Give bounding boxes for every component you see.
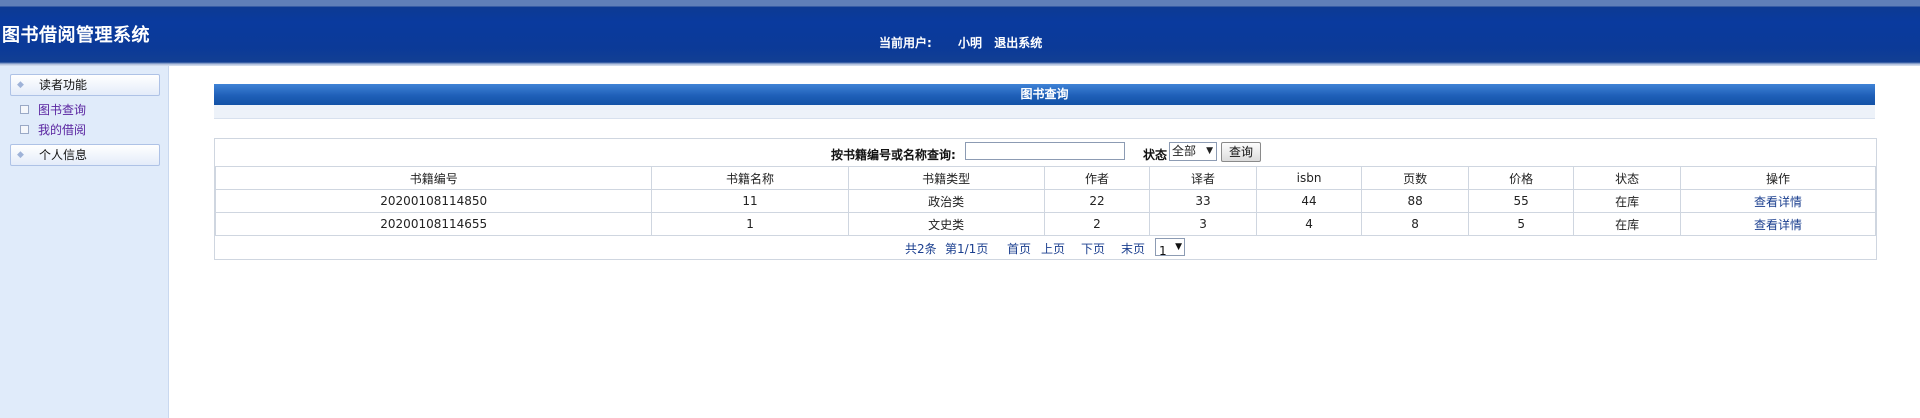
pager-prev-link[interactable]: 上页 bbox=[1041, 240, 1065, 257]
dropdown-arrow-icon: ▼ bbox=[1175, 242, 1182, 252]
view-details-link[interactable]: 查看详情 bbox=[1680, 212, 1876, 236]
table-cell: 20200108114655 bbox=[214, 212, 653, 236]
table-cell: 文史类 bbox=[847, 212, 1045, 236]
search-input[interactable] bbox=[965, 142, 1125, 160]
diamond-bullet-icon: ◆ bbox=[17, 150, 24, 160]
pager-first-link[interactable]: 首页 bbox=[1007, 240, 1031, 257]
table-cell: 政治类 bbox=[847, 189, 1045, 213]
table-cell: 1 bbox=[651, 212, 849, 236]
column-header: 书籍名称 bbox=[651, 166, 849, 190]
table-cell: 88 bbox=[1361, 189, 1469, 213]
column-header: 译者 bbox=[1149, 166, 1257, 190]
table-cell: 20200108114850 bbox=[214, 189, 653, 213]
sidebar-group-personal-info[interactable]: ◆ 个人信息 bbox=[10, 144, 160, 166]
query-button[interactable]: 查询 bbox=[1221, 142, 1261, 162]
pager-last-link[interactable]: 末页 bbox=[1121, 240, 1145, 257]
sidebar: ◆ 读者功能 图书查询 我的借阅 ◆ 个人信息 bbox=[0, 66, 169, 418]
pagination: 共2条 第1/1页 首页 上页 下页 末页 1 ▼ bbox=[215, 236, 1876, 258]
page-select-value: 1 bbox=[1159, 244, 1167, 258]
table-cell: 2 bbox=[1043, 212, 1151, 236]
square-bullet-icon bbox=[20, 105, 29, 114]
user-area: 当前用户: 小明 退出系统 bbox=[879, 34, 1050, 51]
table-cell: 3 bbox=[1149, 212, 1257, 236]
table-row: 20200108114655 1 文史类 2 3 4 8 5 在库 查看详情 bbox=[214, 212, 1876, 236]
search-panel: 按书籍编号或名称查询: 状态 全部 ▼ 查询 书籍编号 书籍名称 书籍类型 作者… bbox=[214, 138, 1877, 260]
table-cell: 8 bbox=[1361, 212, 1469, 236]
sidebar-item-label: 图书查询 bbox=[38, 103, 87, 117]
app-title: 图书借阅管理系统 bbox=[2, 25, 150, 46]
sidebar-item-book-search[interactable]: 图书查询 bbox=[20, 102, 86, 118]
page-title: 图书查询 bbox=[1020, 87, 1069, 101]
username: 小明 bbox=[958, 36, 983, 50]
column-header: 页数 bbox=[1361, 166, 1469, 190]
column-header: 作者 bbox=[1043, 166, 1151, 190]
diamond-bullet-icon: ◆ bbox=[17, 80, 24, 90]
sidebar-group-label: 读者功能 bbox=[39, 78, 88, 92]
square-bullet-icon bbox=[20, 125, 29, 134]
table-cell: 4 bbox=[1255, 212, 1363, 236]
view-details-link[interactable]: 查看详情 bbox=[1680, 189, 1876, 213]
page-title-bar: 图书查询 bbox=[214, 84, 1875, 105]
page-select[interactable]: 1 ▼ bbox=[1155, 238, 1185, 258]
search-label: 按书籍编号或名称查询: bbox=[831, 148, 956, 162]
logout-link[interactable]: 退出系统 bbox=[994, 36, 1042, 50]
sidebar-item-label: 我的借阅 bbox=[38, 123, 87, 137]
table-header-row: 书籍编号 书籍名称 书籍类型 作者 译者 isbn 页数 价格 状态 操作 bbox=[214, 166, 1876, 190]
table-cell: 5 bbox=[1467, 212, 1575, 236]
table-cell: 55 bbox=[1467, 189, 1575, 213]
column-header: 书籍类型 bbox=[847, 166, 1045, 190]
sidebar-group-reader-functions[interactable]: ◆ 读者功能 bbox=[10, 74, 160, 96]
column-header: 书籍编号 bbox=[214, 166, 653, 190]
app-header: 图书借阅管理系统 当前用户: 小明 退出系统 bbox=[0, 0, 1920, 66]
pager-total: 共2条 bbox=[905, 242, 937, 256]
current-user-label: 当前用户: bbox=[879, 36, 932, 50]
table-cell: 33 bbox=[1149, 189, 1257, 213]
column-header: isbn bbox=[1255, 166, 1363, 190]
table-cell: 22 bbox=[1043, 189, 1151, 213]
sidebar-group-label: 个人信息 bbox=[39, 148, 88, 162]
pager-next-link[interactable]: 下页 bbox=[1081, 240, 1105, 257]
table-cell: 在库 bbox=[1573, 189, 1681, 213]
title-bar-strip bbox=[214, 105, 1875, 119]
status-label: 状态 bbox=[1143, 148, 1168, 162]
table-row: 20200108114850 11 政治类 22 33 44 88 55 在库 … bbox=[214, 189, 1876, 213]
status-select-value: 全部 bbox=[1172, 144, 1197, 158]
dropdown-arrow-icon: ▼ bbox=[1206, 146, 1213, 156]
table-cell: 11 bbox=[651, 189, 849, 213]
search-row: 按书籍编号或名称查询: 状态 全部 ▼ 查询 bbox=[215, 139, 1876, 166]
column-header: 操作 bbox=[1680, 166, 1876, 190]
column-header: 状态 bbox=[1573, 166, 1681, 190]
table-cell: 44 bbox=[1255, 189, 1363, 213]
book-table: 书籍编号 书籍名称 书籍类型 作者 译者 isbn 页数 价格 状态 操作 20… bbox=[214, 166, 1876, 236]
sidebar-item-my-borrowings[interactable]: 我的借阅 bbox=[20, 122, 86, 138]
table-cell: 在库 bbox=[1573, 212, 1681, 236]
status-select[interactable]: 全部 ▼ bbox=[1169, 142, 1217, 161]
column-header: 价格 bbox=[1467, 166, 1575, 190]
pager-page-info: 第1/1页 bbox=[945, 242, 989, 256]
